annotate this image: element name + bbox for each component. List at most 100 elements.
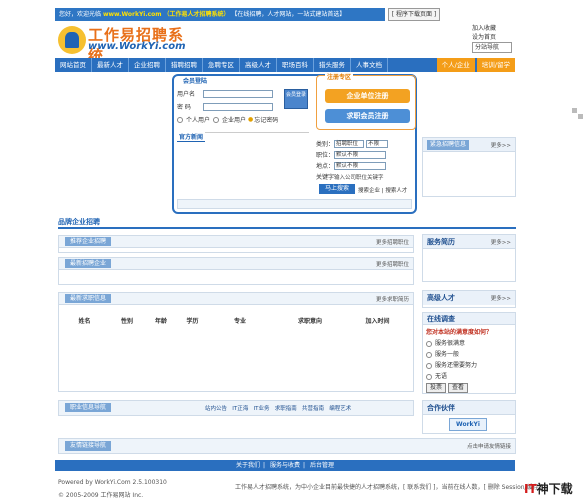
poll-option-radio[interactable] bbox=[426, 373, 432, 380]
nav-item-wiki[interactable]: 职场百科 bbox=[277, 58, 314, 72]
resume-tab[interactable]: 最新求职信息 bbox=[65, 294, 112, 303]
col-gender: 性别 bbox=[120, 318, 133, 325]
vote-button[interactable]: 投票 bbox=[426, 383, 447, 393]
senior-more-link[interactable]: 更多>> bbox=[491, 294, 511, 302]
position-label: 职位： bbox=[316, 152, 335, 159]
poll-option-label: 服务很满意 bbox=[435, 340, 466, 347]
site-url[interactable]: www.WorkYi.com bbox=[103, 11, 162, 18]
resume-more-link[interactable]: 更多求职简历 bbox=[376, 295, 409, 303]
site-logo[interactable]: 工作易招聘系统 www.WorkYi.com bbox=[58, 24, 198, 65]
search-links: 搜索企业 | 搜索人才 bbox=[358, 188, 408, 194]
col-major: 专业 bbox=[233, 318, 246, 325]
nav-item-headhunt-jobs[interactable]: 猎聘招聘 bbox=[166, 58, 203, 72]
nav-item-headhunter[interactable]: 猎头服务 bbox=[314, 58, 351, 72]
username-input[interactable] bbox=[203, 89, 273, 98]
nav-item-talent[interactable]: 最新人才 bbox=[92, 58, 129, 72]
poll-option-radio[interactable] bbox=[426, 362, 432, 369]
person-radio[interactable] bbox=[177, 116, 183, 123]
poll-title: 在线调查 bbox=[427, 315, 455, 323]
download-button[interactable]: [ 程序下载页面 ] bbox=[388, 8, 440, 21]
latest-tab[interactable]: 最新招聘企业 bbox=[65, 259, 112, 268]
nav-item-hr-docs[interactable]: 人事文档 bbox=[351, 58, 388, 72]
logo-icon bbox=[58, 26, 86, 54]
brand-section-title: 品牌企业招聘 bbox=[58, 218, 100, 226]
company-radio-label: 企业用户 bbox=[222, 117, 247, 124]
login-button[interactable]: 会员登录 bbox=[284, 89, 308, 109]
brand-divider bbox=[58, 227, 516, 229]
search-button[interactable]: 马上搜索 bbox=[319, 184, 355, 194]
register-box: 注册专区 企业单位注册 求职会员注册 bbox=[316, 72, 416, 130]
footer-info-text: 工作易人才招聘系统，为中小企业目前最快捷的人才招聘系统，[ 联系我们 ]，当前在… bbox=[235, 484, 543, 491]
senior-talent-title: 高级人才 bbox=[427, 294, 455, 302]
about-us-link[interactable]: 关于我们 bbox=[236, 462, 260, 469]
type-select[interactable]: 招聘职位 bbox=[334, 139, 364, 148]
guide-tab[interactable]: 职业信息导航 bbox=[65, 403, 112, 412]
resume-box: 最新求职信息 更多求职简历 bbox=[58, 292, 414, 392]
password-input[interactable] bbox=[203, 102, 273, 111]
scroll-right-icon[interactable] bbox=[578, 114, 583, 119]
forgot-password-link[interactable]: 忘记密码 bbox=[254, 115, 278, 124]
company-radio[interactable] bbox=[213, 116, 220, 123]
apply-friend-link[interactable]: 点击申请友情链接 bbox=[467, 442, 511, 450]
latest-company-box: 最新招聘企业 更多招聘职位 bbox=[58, 257, 414, 285]
type-sub-select[interactable]: 不限 bbox=[366, 139, 388, 148]
recommend-more-link[interactable]: 更多招聘职位 bbox=[376, 238, 409, 246]
top-links: 加入收藏 设为首页 bbox=[472, 24, 496, 42]
slogan-text: 【在线招聘，人才网站，一站式建站首选】 bbox=[231, 11, 346, 18]
password-label: 密 码 bbox=[177, 104, 191, 111]
person-register-button[interactable]: 求职会员注册 bbox=[325, 109, 410, 123]
admin-link[interactable]: 后台管理 bbox=[310, 462, 334, 469]
urgent-jobs-tab[interactable]: 紧急招聘信息 bbox=[427, 140, 470, 150]
search-company-link[interactable]: 搜索企业 bbox=[358, 188, 380, 194]
latest-more-link[interactable]: 更多招聘职位 bbox=[376, 260, 409, 268]
guide-link[interactable]: 编程艺术 bbox=[329, 406, 351, 412]
nav-training[interactable]: 培训/留学 bbox=[476, 58, 515, 72]
keyword-label: 关键字 bbox=[316, 174, 335, 181]
recommend-tab[interactable]: 推荐企业招聘 bbox=[65, 237, 112, 246]
news-tab[interactable]: 官方新闻 bbox=[177, 132, 206, 142]
resume-table-header: 姓名 性别 年龄 学历 专业 求职意向 加入时间 bbox=[62, 316, 412, 325]
nav-item-company-jobs[interactable]: 企业招聘 bbox=[129, 58, 166, 72]
pricing-link[interactable]: 服务与收费 bbox=[270, 462, 300, 469]
view-results-button[interactable]: 查看 bbox=[448, 383, 469, 393]
footer-nav: 关于我们 | 服务与收费 | 后台管理 bbox=[55, 460, 515, 471]
watermark-logo: IT神下载网 bbox=[524, 482, 573, 500]
guide-link[interactable]: 共营指南 bbox=[302, 406, 324, 412]
company-register-button[interactable]: 企业单位注册 bbox=[325, 89, 410, 103]
set-homepage-link[interactable]: 设为首页 bbox=[472, 33, 496, 42]
keyword-input[interactable]: 输入公司职位关键字 bbox=[334, 173, 384, 181]
nav-item-urgent[interactable]: 急聘专区 bbox=[203, 58, 240, 72]
poll-option-radio[interactable] bbox=[426, 351, 432, 358]
guide-link[interactable]: 求职指南 bbox=[275, 406, 297, 412]
city-select[interactable]: 分站导航 bbox=[472, 42, 512, 53]
hot-bar bbox=[177, 199, 412, 209]
friend-links-box: 友情链接导航 点击申请友情链接 bbox=[58, 438, 516, 454]
logo-en-text: www.WorkYi.com bbox=[88, 41, 186, 52]
login-legend: 会员登陆 bbox=[181, 76, 210, 85]
partner-logo[interactable]: WorkYi bbox=[449, 418, 487, 431]
position-select[interactable]: 默认不限 bbox=[334, 150, 386, 159]
area-select[interactable]: 默认不限 bbox=[334, 161, 386, 170]
partner-title: 合作伙伴 bbox=[427, 404, 455, 412]
friend-links-tab[interactable]: 友情链接导航 bbox=[65, 441, 112, 451]
scroll-left-icon[interactable] bbox=[572, 108, 577, 113]
service-more-link[interactable]: 更多>> bbox=[491, 238, 511, 246]
nav-item-home[interactable]: 网站首页 bbox=[55, 58, 92, 72]
type-label: 类别： bbox=[316, 141, 335, 148]
guide-link[interactable]: IT业务 bbox=[254, 406, 270, 412]
recommend-company-box: 推荐企业招聘 更多招聘职位 bbox=[58, 235, 414, 253]
main-nav: 网站首页 最新人才 企业招聘 猎聘招聘 急聘专区 高级人才 职场百科 猎头服务 … bbox=[55, 58, 515, 72]
person-radio-label: 个人用户 bbox=[186, 117, 211, 124]
search-talent-link[interactable]: 搜索人才 bbox=[385, 188, 407, 194]
nav-item-senior[interactable]: 高级人才 bbox=[240, 58, 277, 72]
add-favorite-link[interactable]: 加入收藏 bbox=[472, 24, 496, 33]
poll-box: 在线调查 您对本站的满意度如何？ 服务很满意 服务一般 服务还需要努力 无语 投… bbox=[422, 312, 516, 394]
top-info-bar: 您好，欢迎光临 www.WorkYi.com （工作易人才招聘系统） 【在线招聘… bbox=[55, 8, 385, 21]
poll-option-radio[interactable] bbox=[426, 340, 432, 347]
nav-personal-company[interactable]: 个人/企业 bbox=[436, 58, 475, 72]
urgent-more-link[interactable]: 更多>> bbox=[491, 141, 511, 149]
guide-link[interactable]: IT正海 bbox=[232, 406, 248, 412]
col-intention: 求职意向 bbox=[297, 318, 322, 325]
poll-option-label: 服务一般 bbox=[435, 351, 460, 358]
guide-link[interactable]: 站内公告 bbox=[205, 406, 227, 412]
